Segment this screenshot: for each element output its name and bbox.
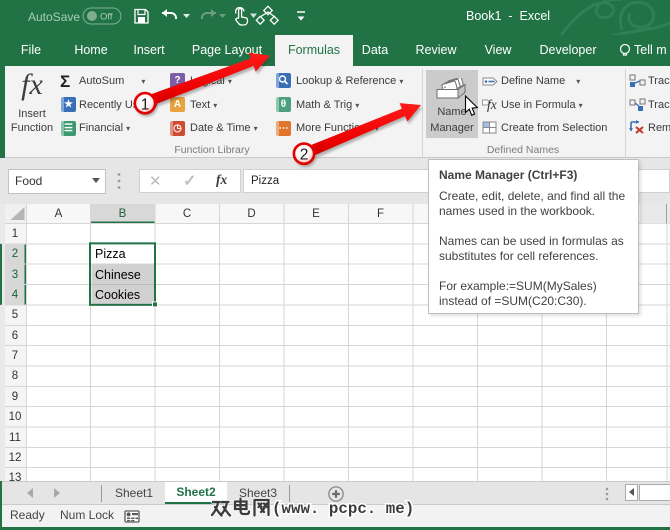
- svg-text:Off: Off: [100, 12, 113, 23]
- svg-text:AutoSave: AutoSave: [28, 10, 80, 24]
- svg-text:Book1 - Excel: Book1 - Excel: [466, 9, 550, 23]
